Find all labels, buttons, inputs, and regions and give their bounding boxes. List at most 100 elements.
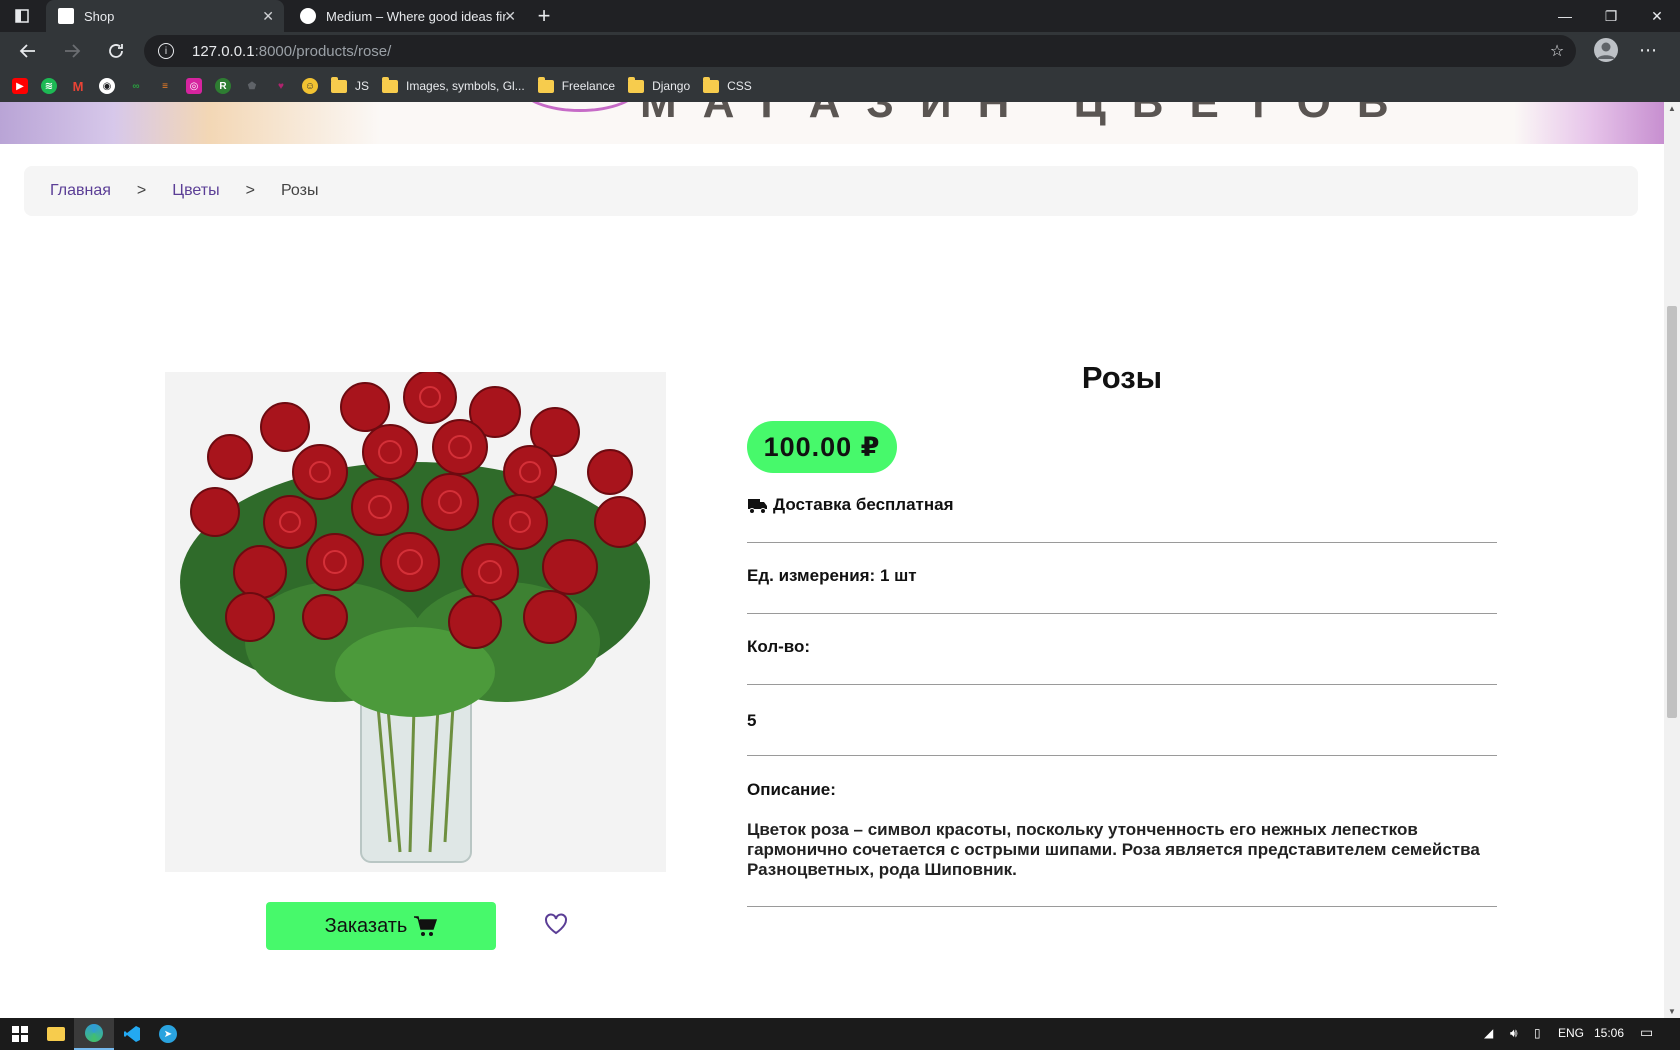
folder-label: CSS xyxy=(727,79,752,93)
bookmark-folder-images[interactable]: Images, symbols, Gl... xyxy=(382,76,525,93)
folder-icon xyxy=(331,76,347,93)
truck-icon xyxy=(747,496,769,514)
network-icon[interactable]: ◢ xyxy=(1484,1026,1493,1040)
bookmark-folder-freelance[interactable]: Freelance xyxy=(537,76,616,93)
battery-icon[interactable]: ▯ xyxy=(1534,1026,1541,1040)
heart-icon[interactable] xyxy=(544,912,568,936)
windows-taskbar: ➤ ◢ 🔊︎ ▯ ENG 15:06 ▭ xyxy=(0,1018,1680,1050)
bookmark-r[interactable]: R xyxy=(215,78,231,94)
close-tab-icon[interactable]: ✕ xyxy=(504,8,516,25)
gmail-icon: M xyxy=(70,78,86,94)
youtube-icon: ▶ xyxy=(12,78,28,94)
tab-medium[interactable]: Medium – Where good ideas fin ✕ xyxy=(288,0,526,32)
telegram-icon[interactable]: ➤ xyxy=(148,1018,188,1050)
tab-title: Medium – Where good ideas fin xyxy=(326,8,506,24)
forward-button[interactable] xyxy=(58,37,86,65)
browser-toolbar: i 127.0.0.1:8000/products/rose/ ☆ ⋯ xyxy=(0,32,1680,70)
product-description: Цветок роза – символ красоты, поскольку … xyxy=(747,820,1480,879)
stackoverflow-icon: ≡ xyxy=(157,78,173,94)
breadcrumb-home-link[interactable]: Главная xyxy=(50,182,111,200)
tab-actions-icon[interactable] xyxy=(14,8,30,24)
instagram-icon: ◎ xyxy=(186,78,202,94)
bookmark-spotify[interactable]: ≋ xyxy=(41,78,57,94)
page-favicon-icon xyxy=(58,8,74,24)
scroll-down-arrow-icon[interactable]: ▼ xyxy=(1668,1007,1676,1016)
folder-label: JS xyxy=(355,79,370,93)
r-icon: R xyxy=(215,78,231,94)
clock[interactable]: 15:06 xyxy=(1594,1026,1624,1040)
bookmark-stackoverflow[interactable]: ≡ xyxy=(157,78,173,94)
breadcrumb-separator: > xyxy=(245,182,255,199)
start-button[interactable] xyxy=(0,1018,40,1050)
bookmark-gmail[interactable]: M xyxy=(70,78,86,94)
notifications-icon[interactable]: ▭ xyxy=(1640,1024,1653,1041)
spotify-icon: ≋ xyxy=(41,78,57,94)
codewars-icon: ∞ xyxy=(128,78,144,94)
shield-icon: ⬟ xyxy=(244,78,260,94)
page-scrollbar[interactable]: ▲ ▼ xyxy=(1664,102,1680,1018)
divider xyxy=(747,684,1497,685)
close-tab-icon[interactable]: ✕ xyxy=(262,8,274,25)
folder-icon xyxy=(537,76,554,93)
logo-ring xyxy=(520,102,640,112)
reload-button[interactable] xyxy=(102,37,130,65)
back-button[interactable] xyxy=(14,37,42,65)
close-window-button[interactable]: ✕ xyxy=(1634,0,1680,32)
file-explorer-icon[interactable] xyxy=(36,1018,76,1050)
decorative-flowers-right xyxy=(1514,102,1664,144)
back-arrow-icon xyxy=(19,44,35,58)
bookmark-codewars[interactable]: ∞ xyxy=(128,78,144,94)
minimize-button[interactable]: — xyxy=(1542,0,1588,32)
tab-shop[interactable]: Shop ✕ xyxy=(46,0,284,32)
price-badge: 100.00 ₽ xyxy=(747,421,897,473)
product-image xyxy=(165,372,666,872)
url-path: :8000/products/rose/ xyxy=(254,42,392,60)
url-host: 127.0.0.1 xyxy=(192,42,255,60)
folder-icon xyxy=(703,76,720,93)
bookmark-instagram[interactable]: ◎ xyxy=(186,78,202,94)
unit-info: Ед. измерения: 1 шт xyxy=(747,566,917,585)
vscode-icon[interactable] xyxy=(112,1018,152,1050)
bookmark-github[interactable]: ◉ xyxy=(99,78,115,94)
divider xyxy=(747,542,1497,543)
bookmark-folder-django[interactable]: Django xyxy=(628,76,690,93)
site-logo-text[interactable]: МАГАЗИН ЦВЕТОВ xyxy=(640,102,1415,128)
folder-icon xyxy=(628,76,645,93)
address-bar[interactable]: i 127.0.0.1:8000/products/rose/ ☆ xyxy=(144,35,1576,67)
menu-dots-icon[interactable]: ⋯ xyxy=(1636,38,1660,62)
quantity-label: Кол-во: xyxy=(747,637,811,656)
bookmark-youtube[interactable]: ▶ xyxy=(12,78,28,94)
tinder-icon: ♥ xyxy=(273,78,289,94)
bookmark-emoji[interactable]: ☺ xyxy=(302,78,318,94)
bookmark-tinder[interactable]: ♥ xyxy=(273,78,289,94)
medium-favicon-icon xyxy=(300,8,316,24)
rose-bouquet-illustration xyxy=(165,372,666,872)
profile-avatar[interactable] xyxy=(1594,38,1618,62)
delivery-text: Доставка бесплатная xyxy=(773,495,954,514)
bookmarks-bar: ▶ ≋ M ◉ ∞ ≡ ◎ R ⬟ ♥ ☺ JS Images, symbols… xyxy=(0,70,1680,102)
new-tab-button[interactable]: + xyxy=(530,0,558,32)
order-button[interactable]: Заказать xyxy=(266,902,496,950)
site-info-icon[interactable]: i xyxy=(158,43,174,59)
volume-icon[interactable]: 🔊︎ xyxy=(1510,1026,1518,1041)
page-viewport: МАГАЗИН ЦВЕТОВ Главная > Цветы > Розы За… xyxy=(0,102,1664,1018)
reload-icon xyxy=(109,44,123,58)
browser-tab-bar: Shop ✕ Medium – Where good ideas fin ✕ +… xyxy=(0,0,1680,32)
bookmark-folder-css[interactable]: CSS xyxy=(703,76,752,93)
language-indicator[interactable]: ENG xyxy=(1558,1026,1584,1040)
add-favorite-icon[interactable]: ☆ xyxy=(1548,42,1566,60)
github-icon: ◉ xyxy=(99,78,115,94)
breadcrumb-separator: > xyxy=(136,182,147,199)
browser-taskbar-icon[interactable] xyxy=(74,1018,114,1050)
scroll-up-arrow-icon[interactable]: ▲ xyxy=(1668,104,1676,113)
breadcrumb-category-link[interactable]: Цветы xyxy=(172,182,219,200)
site-header-banner: МАГАЗИН ЦВЕТОВ xyxy=(0,102,1664,144)
breadcrumb: Главная > Цветы > Розы xyxy=(24,166,1638,216)
bookmark-folder-js[interactable]: JS xyxy=(331,76,370,93)
bookmark-shield[interactable]: ⬟ xyxy=(244,78,260,94)
quantity-value[interactable]: 5 xyxy=(747,711,1497,731)
restore-button[interactable]: ❐ xyxy=(1588,0,1634,32)
cart-icon xyxy=(413,915,438,937)
scrollbar-thumb[interactable] xyxy=(1667,306,1677,718)
folder-label: Freelance xyxy=(561,79,616,93)
